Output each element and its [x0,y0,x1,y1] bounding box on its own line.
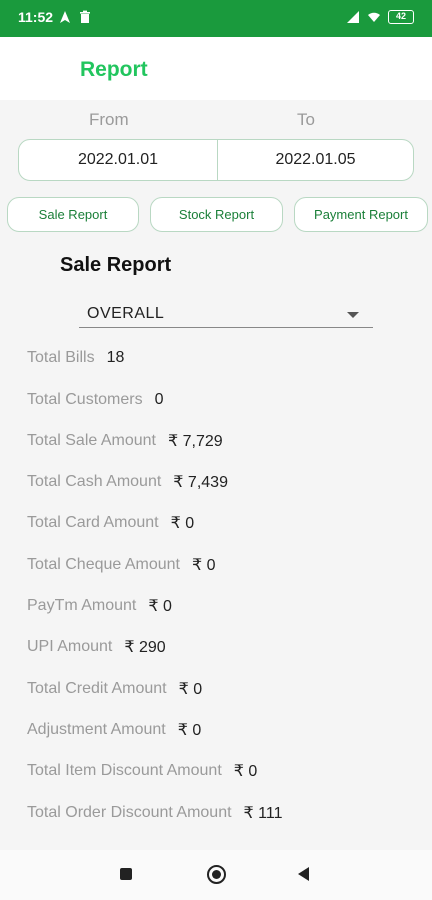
stat-adjustment-amount: Adjustment Amount ₹ 0 [27,718,201,742]
stat-total-credit-amount: Total Credit Amount ₹ 0 [27,677,202,701]
stat-value: ₹ 0 [170,515,195,532]
section-title: Sale Report [60,254,172,276]
stat-total-cheque-amount: Total Cheque Amount ₹ 0 [27,553,216,577]
stat-label: Total Item Discount Amount [27,762,222,779]
signal-icon [347,11,359,23]
navigation-icon [60,11,70,23]
sale-report-button[interactable]: Sale Report [7,197,139,232]
stat-total-item-discount: Total Item Discount Amount ₹ 0 [27,759,257,783]
stat-label: Total Sale Amount [27,432,156,449]
sale-report-label: Sale Report [38,207,108,222]
filter-dropdown[interactable]: OVERALL [79,302,373,328]
stat-label: Total Customers [27,391,143,408]
stat-value: 18 [106,349,125,366]
stat-value: ₹ 111 [243,805,283,822]
to-date-field[interactable]: 2022.01.05 [217,139,414,181]
payment-report-button[interactable]: Payment Report [294,197,428,232]
status-left-icons [58,10,92,24]
stats-list[interactable]: Total Bills 18 Total Customers 0 Total S… [0,345,432,850]
app-bar: Report [0,37,432,100]
stat-value: 0 [154,391,164,408]
to-label: To [297,110,315,129]
filter-selected-value: OVERALL [87,305,165,322]
stat-label: UPI Amount [27,638,113,655]
stat-total-bills: Total Bills 18 [27,346,124,370]
stat-label: PayTm Amount [27,597,137,614]
payment-report-label: Payment Report [314,207,408,222]
dropdown-arrow-icon [347,312,359,318]
stock-report-label: Stock Report [178,207,255,222]
stat-total-sale-amount: Total Sale Amount ₹ 7,729 [27,429,223,453]
home-icon[interactable] [207,865,226,884]
status-time: 11:52 [18,9,54,25]
stat-label: Total Order Discount Amount [27,804,232,821]
stat-value: ₹ 0 [148,598,172,615]
stat-paytm-amount: PayTm Amount ₹ 0 [27,594,172,618]
stat-value: ₹ 7,729 [167,433,223,450]
home-dot [212,870,221,879]
stat-value: ₹ 290 [124,639,166,656]
stat-label: Total Cheque Amount [27,556,180,573]
system-nav-bar [0,850,432,900]
from-date-value: 2022.01.01 [77,151,159,168]
stat-upi-amount: UPI Amount ₹ 290 [27,635,166,659]
page-title: Report [80,58,148,81]
stat-label: Total Cash Amount [27,473,162,490]
stat-value: ₹ 0 [177,722,202,739]
stat-total-order-discount: Total Order Discount Amount ₹ 111 [27,801,283,825]
battery-icon: 42 [388,10,414,24]
trash-icon [80,10,90,23]
stock-report-button[interactable]: Stock Report [150,197,283,232]
status-bar: 11:52 42 [0,0,432,37]
back-icon[interactable] [298,867,309,881]
to-date-value: 2022.01.05 [275,151,356,168]
stat-value: ₹ 0 [192,557,216,574]
stat-value: ₹ 0 [178,681,203,698]
stat-label: Total Card Amount [27,514,159,531]
status-right-icons: 42 [346,10,414,24]
recent-apps-icon[interactable] [120,868,132,880]
from-date-field[interactable]: 2022.01.01 [18,139,218,181]
stat-total-customers: Total Customers 0 [27,388,164,412]
stat-value: ₹ 0 [233,763,258,780]
from-label: From [89,110,129,129]
stat-total-card-amount: Total Card Amount ₹ 0 [27,511,194,535]
stat-label: Total Credit Amount [27,680,167,697]
stat-label: Total Bills [27,349,95,366]
stat-value: ₹ 7,439 [173,474,228,491]
wifi-icon [368,12,380,22]
stat-label: Adjustment Amount [27,721,166,738]
stat-total-cash-amount: Total Cash Amount ₹ 7,439 [27,470,228,494]
